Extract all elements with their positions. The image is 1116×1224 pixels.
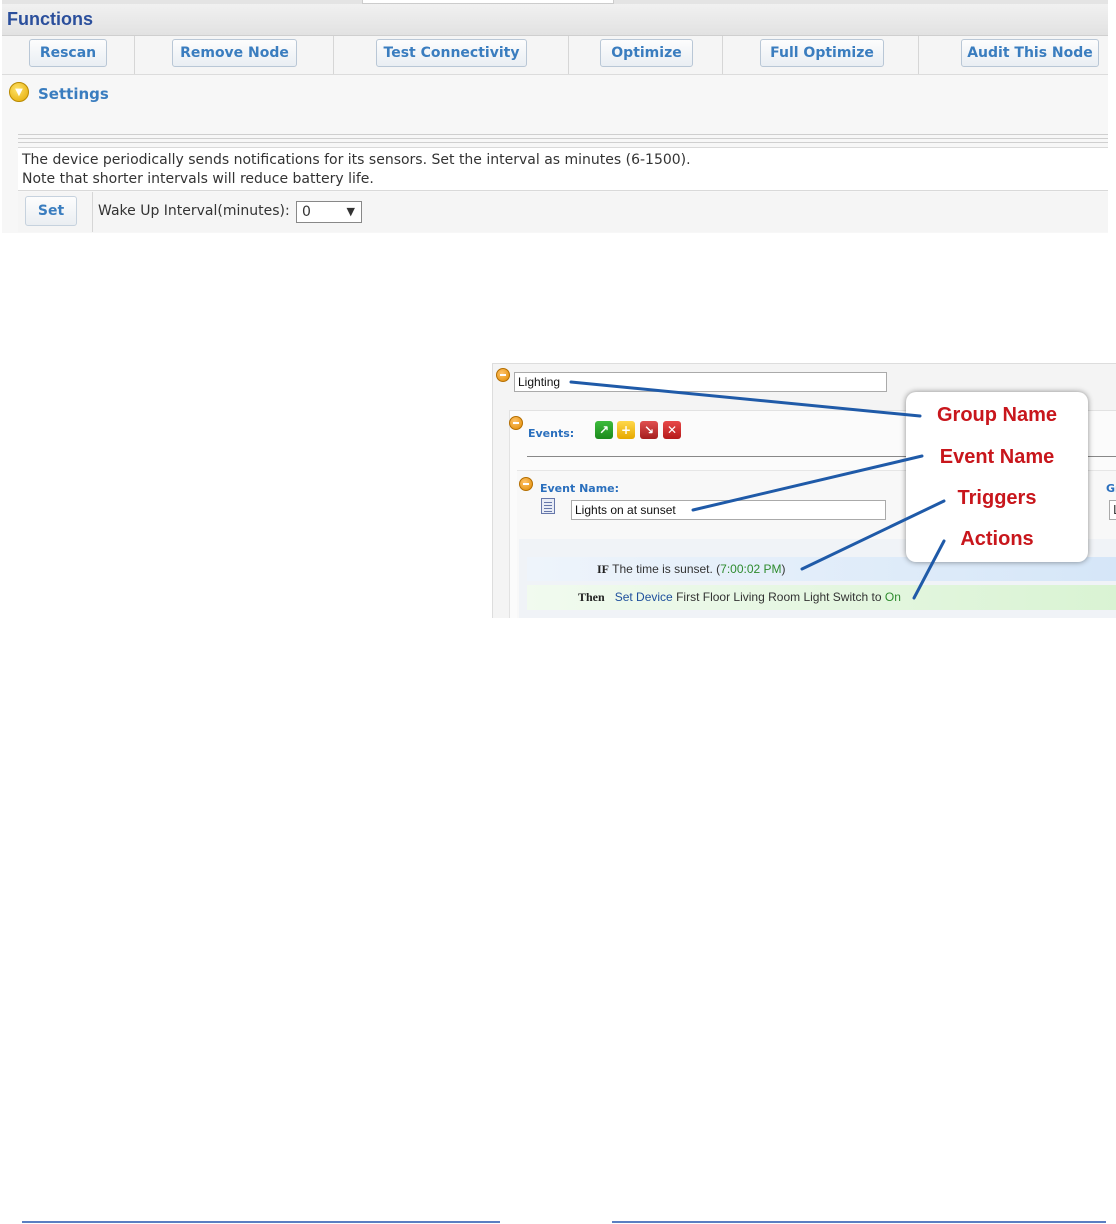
action-device[interactable]: First Floor Living Room Light Switch (676, 590, 868, 604)
action-type[interactable]: Set Device (615, 590, 673, 604)
trigger-condition: The time is sunset. ( (612, 562, 721, 576)
expand-down-icon: ▼ (9, 82, 29, 102)
wakeup-description: The device periodically sends notificati… (18, 147, 1108, 191)
functions-panel: Functions Rescan Remove Node Test Connec… (2, 0, 1108, 233)
rescan-button[interactable]: Rescan (29, 39, 107, 67)
action-text: Then Set Device First Floor Living Room … (578, 590, 901, 605)
set-button[interactable]: Set (25, 196, 77, 226)
collapse-events-icon[interactable] (509, 416, 523, 430)
run-event-icon[interactable]: ↗ (595, 421, 613, 439)
button-divider (568, 36, 569, 74)
delete-event-icon[interactable]: ✕ (663, 421, 681, 439)
functions-title: Functions (7, 9, 93, 29)
then-keyword: Then (578, 590, 605, 604)
button-divider (333, 36, 334, 74)
divider (18, 142, 1108, 143)
wakeup-interval-select[interactable]: 0 ▼ (296, 201, 362, 223)
audit-this-node-button[interactable]: Audit This Node (961, 39, 1099, 67)
full-optimize-button[interactable]: Full Optimize (760, 39, 884, 67)
document-icon[interactable] (541, 498, 555, 514)
event-name-annotation: Event Name (939, 446, 1055, 468)
trigger-time[interactable]: 7:00:02 PM (720, 562, 781, 576)
triggers-annotation: Triggers (957, 487, 1037, 509)
trigger-text: IF The time is sunset. (7:00:02 PM) (597, 562, 786, 577)
divider (92, 192, 93, 232)
divider (18, 134, 1108, 135)
bottom-rule-right (612, 1221, 1106, 1223)
event-name-label: Event Name: (540, 482, 620, 495)
actions-annotation: Actions (960, 528, 1034, 550)
button-divider (918, 36, 919, 74)
group-select[interactable]: L (1109, 500, 1116, 520)
bottom-rule-left (22, 1221, 500, 1223)
wakeup-interval-value: 0 (302, 204, 311, 220)
group-name-annotation: Group Name (936, 404, 1058, 426)
test-connectivity-button[interactable]: Test Connectivity (376, 39, 527, 67)
group-name-input[interactable]: Lighting (514, 372, 887, 392)
settings-toggle[interactable]: ▼ Settings (2, 76, 1108, 132)
collapse-event-icon[interactable] (519, 477, 533, 491)
functions-header: Functions (2, 4, 1108, 36)
cut-event-icon[interactable]: ↘ (640, 421, 658, 439)
remove-node-button[interactable]: Remove Node (172, 39, 297, 67)
event-name-input[interactable]: Lights on at sunset (571, 500, 886, 520)
dropdown-arrow-icon: ▼ (346, 205, 355, 218)
functions-button-row: Rescan Remove Node Test Connectivity Opt… (2, 36, 1108, 75)
action-state[interactable]: On (885, 590, 901, 604)
events-label: Events: (528, 427, 575, 440)
divider (18, 138, 1108, 139)
wakeup-interval-row: Set Wake Up Interval(minutes): 0 ▼ (18, 192, 1108, 232)
button-divider (722, 36, 723, 74)
if-keyword: IF (597, 562, 609, 576)
add-event-icon[interactable]: + (617, 421, 635, 439)
button-divider (134, 36, 135, 74)
action-row[interactable]: Then Set Device First Floor Living Room … (527, 585, 1116, 610)
action-to: to (871, 590, 882, 604)
description-line: Note that shorter intervals will reduce … (22, 171, 374, 187)
description-line: The device periodically sends notificati… (22, 152, 691, 168)
optimize-button[interactable]: Optimize (600, 39, 693, 67)
annotation-callout: Group Name Event Name Triggers Actions (906, 392, 1088, 562)
trigger-close: ) (781, 562, 786, 576)
wakeup-interval-label: Wake Up Interval(minutes): (98, 203, 290, 219)
collapse-group-icon[interactable] (496, 368, 510, 382)
settings-label: Settings (38, 85, 109, 103)
group-select-label: Gr (1106, 482, 1116, 495)
